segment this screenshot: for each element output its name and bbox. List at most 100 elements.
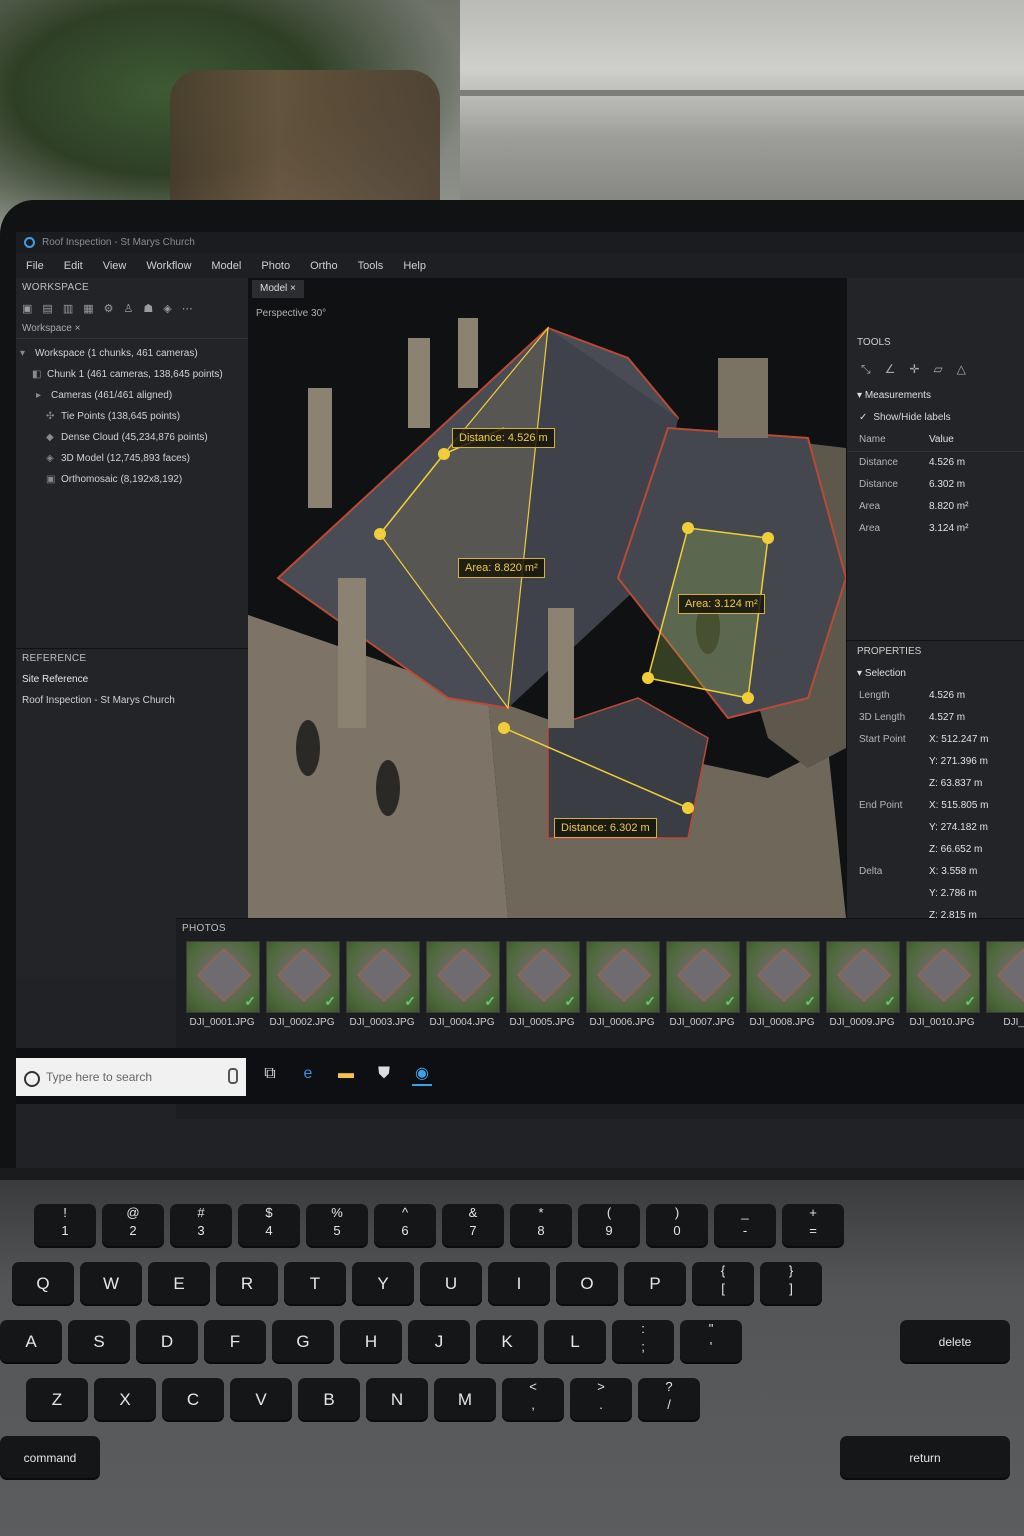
table-row[interactable]: Area 3.124 m² xyxy=(847,518,1024,540)
photo-thumbnail[interactable]: ✓ xyxy=(346,941,420,1013)
key-return[interactable]: return xyxy=(840,1436,1010,1480)
tree-item-3d-model[interactable]: ◈ 3D Model (12,745,893 faces) xyxy=(20,448,248,469)
key[interactable]: Z xyxy=(26,1378,88,1422)
key[interactable]: E xyxy=(148,1262,210,1306)
settings-icon[interactable]: ⚙ xyxy=(104,302,114,315)
key[interactable]: } ] xyxy=(760,1262,822,1306)
menu-help[interactable]: Help xyxy=(393,254,436,278)
key[interactable]: H xyxy=(340,1320,402,1364)
key[interactable]: % 5 xyxy=(306,1204,368,1248)
photo-thumbnail[interactable]: ✓ xyxy=(666,941,740,1013)
selection-section[interactable]: ▾ Selection xyxy=(847,663,1024,685)
key[interactable]: _ - xyxy=(714,1204,776,1248)
key[interactable]: > . xyxy=(570,1378,632,1422)
reference-item[interactable]: Roof Inspection - St Marys Church xyxy=(16,690,248,711)
table-row[interactable]: Distance 4.526 m xyxy=(847,452,1024,474)
measurements-section[interactable]: ▾ Measurements xyxy=(847,385,1024,407)
key[interactable]: Y xyxy=(352,1262,414,1306)
measurement-label[interactable]: Area: 3.124 m² xyxy=(678,594,765,614)
photo-thumbnail[interactable]: ✓ xyxy=(826,941,900,1013)
key[interactable]: ) 0 xyxy=(646,1204,708,1248)
key[interactable]: D xyxy=(136,1320,198,1364)
key[interactable]: { [ xyxy=(692,1262,754,1306)
shield-icon[interactable]: ◈ xyxy=(163,302,171,315)
key[interactable]: + = xyxy=(782,1204,844,1248)
key[interactable]: G xyxy=(272,1320,334,1364)
key[interactable]: * 8 xyxy=(510,1204,572,1248)
file-explorer-icon[interactable]: ▬ xyxy=(336,1064,356,1084)
microphone-icon[interactable] xyxy=(228,1068,238,1084)
key[interactable]: Q xyxy=(12,1262,74,1306)
person-icon[interactable]: ♙ xyxy=(124,302,134,315)
edge-browser-icon[interactable]: e xyxy=(298,1064,318,1084)
more-icon[interactable]: ⋯ xyxy=(182,302,193,315)
key[interactable]: # 3 xyxy=(170,1204,232,1248)
key[interactable]: M xyxy=(434,1378,496,1422)
tree-item-tie-points[interactable]: ✣ Tie Points (138,645 points) xyxy=(20,406,248,427)
key[interactable]: W xyxy=(80,1262,142,1306)
add-photos-icon[interactable]: ▣ xyxy=(22,302,32,315)
key[interactable]: < , xyxy=(502,1378,564,1422)
key[interactable]: N xyxy=(366,1378,428,1422)
key-delete[interactable]: delete xyxy=(900,1320,1010,1364)
key[interactable]: U xyxy=(420,1262,482,1306)
menu-edit[interactable]: Edit xyxy=(54,254,93,278)
key[interactable]: C xyxy=(162,1378,224,1422)
model-viewport[interactable]: Model × Perspective 30° Distance: 4.526 … xyxy=(248,278,846,918)
angle-icon[interactable]: ∠ xyxy=(885,362,896,377)
table-row[interactable]: Area 8.820 m² xyxy=(847,496,1024,518)
photo-thumbnail[interactable]: ✓ xyxy=(746,941,820,1013)
photo-thumbnail[interactable]: ✓ xyxy=(506,941,580,1013)
workspace-tab[interactable]: Workspace × xyxy=(16,319,248,339)
volume-icon[interactable]: △ xyxy=(957,362,966,377)
table-row[interactable]: Distance 6.302 m xyxy=(847,474,1024,496)
store-icon[interactable]: ⛊ xyxy=(374,1064,394,1084)
key[interactable]: V xyxy=(230,1378,292,1422)
dome-icon[interactable]: ☗ xyxy=(143,302,153,315)
tree-item-chunk[interactable]: ◧ Chunk 1 (461 cameras, 138,645 points) xyxy=(20,364,248,385)
key[interactable]: ^ 6 xyxy=(374,1204,436,1248)
photo-thumbnail[interactable]: ✓ xyxy=(426,941,500,1013)
key[interactable]: ( 9 xyxy=(578,1204,640,1248)
key[interactable]: J xyxy=(408,1320,470,1364)
key[interactable]: S xyxy=(68,1320,130,1364)
key[interactable]: : ; xyxy=(612,1320,674,1364)
ruler-icon[interactable]: ⤡ xyxy=(861,362,871,377)
measurement-label[interactable]: Distance: 6.302 m xyxy=(554,818,657,838)
area-icon[interactable]: ▱ xyxy=(933,362,942,377)
import-icon[interactable]: ▦ xyxy=(83,302,93,315)
photo-thumbnail[interactable]: ✓ xyxy=(186,941,260,1013)
key[interactable]: I xyxy=(488,1262,550,1306)
key[interactable]: @ 2 xyxy=(102,1204,164,1248)
key[interactable]: F xyxy=(204,1320,266,1364)
task-view-icon[interactable]: ⧉ xyxy=(260,1064,280,1084)
tree-item-dense-cloud[interactable]: ◆ Dense Cloud (45,234,876 points) xyxy=(20,427,248,448)
search-input[interactable]: Type here to search xyxy=(16,1058,246,1096)
menu-ortho[interactable]: Ortho xyxy=(300,254,348,278)
photo-thumbnail[interactable]: ✓ xyxy=(266,941,340,1013)
app-taskbar-icon[interactable]: ◉ xyxy=(412,1064,432,1086)
key[interactable]: B xyxy=(298,1378,360,1422)
measurement-label[interactable]: Distance: 4.526 m xyxy=(452,428,555,448)
key[interactable]: T xyxy=(284,1262,346,1306)
key[interactable]: X xyxy=(94,1378,156,1422)
tree-item-cameras[interactable]: ▸ Cameras (461/461 aligned) xyxy=(20,385,248,406)
close-icon[interactable]: × xyxy=(75,323,81,334)
key-command[interactable]: command xyxy=(0,1436,100,1480)
menu-photo[interactable]: Photo xyxy=(251,254,300,278)
menu-view[interactable]: View xyxy=(93,254,137,278)
key[interactable]: " ' xyxy=(680,1320,742,1364)
photo-thumbnail[interactable]: ✓ xyxy=(906,941,980,1013)
key[interactable]: L xyxy=(544,1320,606,1364)
point-icon[interactable]: ✛ xyxy=(909,362,919,377)
add-folder-icon[interactable]: ▤ xyxy=(42,302,52,315)
key[interactable]: ! 1 xyxy=(34,1204,96,1248)
menu-model[interactable]: Model xyxy=(201,254,251,278)
menu-file[interactable]: File xyxy=(16,254,54,278)
menu-workflow[interactable]: Workflow xyxy=(136,254,201,278)
key[interactable]: ? / xyxy=(638,1378,700,1422)
measurement-label[interactable]: Area: 8.820 m² xyxy=(458,558,545,578)
photo-thumbnail[interactable] xyxy=(986,941,1024,1013)
show-hide-labels-toggle[interactable]: ✓ Show/Hide labels xyxy=(847,407,1024,429)
key[interactable]: & 7 xyxy=(442,1204,504,1248)
